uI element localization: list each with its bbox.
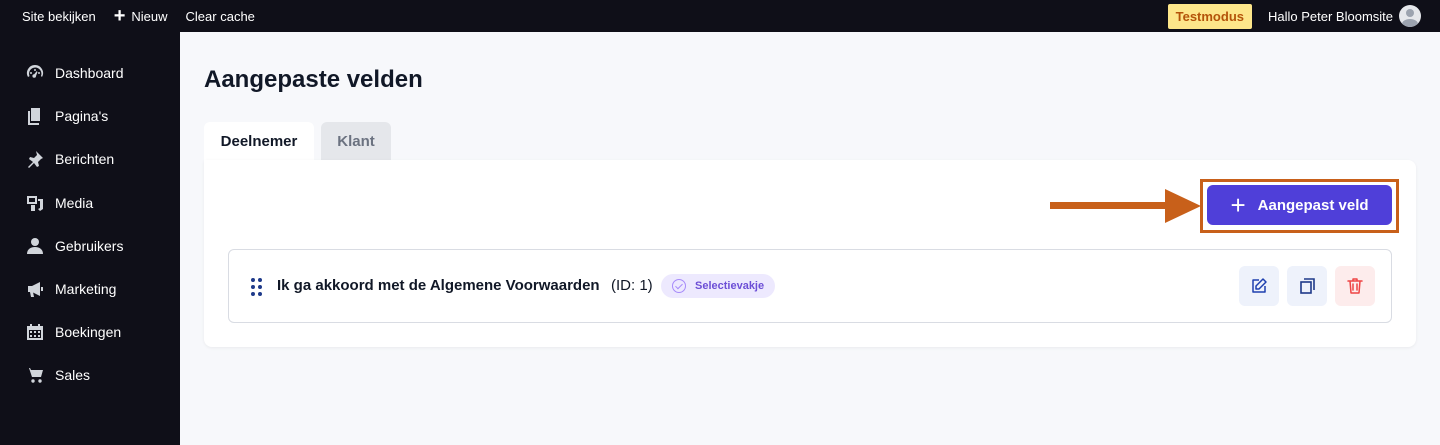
sidebar-item-pages[interactable]: Pagina's <box>0 94 180 137</box>
plus-icon: + <box>113 5 126 27</box>
field-type-label: Selectievakje <box>695 280 765 292</box>
sidebar-item-users[interactable]: Gebruikers <box>0 224 180 267</box>
delete-field-button[interactable] <box>1335 266 1375 306</box>
sidebar-item-label: Pagina's <box>55 107 109 124</box>
annotation-arrow <box>1050 202 1170 209</box>
field-id: (ID: 1) <box>611 277 653 294</box>
test-mode-badge: Testmodus <box>1167 3 1252 29</box>
field-type-badge: Selectievakje <box>661 274 776 298</box>
sidebar-item-marketing[interactable]: Marketing <box>0 267 180 310</box>
sidebar-item-label: Berichten <box>55 150 115 167</box>
megaphone-icon <box>24 279 46 299</box>
sidebar-item-label: Media <box>55 194 94 211</box>
plus-icon: + <box>1230 190 1246 220</box>
copy-icon <box>1300 278 1315 294</box>
edit-field-button[interactable] <box>1239 266 1279 306</box>
user-icon <box>24 236 46 256</box>
add-custom-field-button[interactable]: + Aangepast veld <box>1207 185 1392 225</box>
check-circle-icon <box>672 279 686 293</box>
sidebar-item-label: Marketing <box>55 280 117 297</box>
sidebar-item-label: Boekingen <box>55 323 122 340</box>
drag-handle-icon[interactable] <box>251 278 263 296</box>
admin-topbar: Site bekijken + Nieuw Clear cache Testmod… <box>0 0 1440 32</box>
sidebar-item-sales[interactable]: Sales <box>0 353 180 396</box>
sidebar-item-label: Sales <box>55 366 91 383</box>
annotation-arrow-head <box>1165 189 1201 223</box>
page-title: Aangepaste velden <box>204 66 423 93</box>
avatar[interactable] <box>1399 5 1421 27</box>
cart-icon <box>24 365 46 385</box>
new-link[interactable]: + Nieuw <box>113 5 168 27</box>
trash-icon <box>1347 278 1363 294</box>
user-greeting[interactable]: Hallo Peter Bloomsite <box>1268 9 1393 24</box>
media-icon <box>24 193 46 213</box>
view-site-label: Site bekijken <box>22 8 96 24</box>
duplicate-field-button[interactable] <box>1287 266 1327 306</box>
sidebar-item-media[interactable]: Media <box>0 181 180 224</box>
sidebar: Dashboard Pagina's Berichten Media Gebru… <box>0 32 180 445</box>
sidebar-item-dashboard[interactable]: Dashboard <box>0 51 180 94</box>
sidebar-item-label: Dashboard <box>55 64 124 81</box>
pin-icon <box>24 149 46 169</box>
calendar-icon <box>24 322 46 342</box>
pages-icon <box>24 106 46 126</box>
sidebar-item-label: Gebruikers <box>55 237 124 254</box>
field-name: Ik ga akkoord met de Algemene Voorwaarde… <box>277 277 600 294</box>
clear-cache-link[interactable]: Clear cache <box>186 9 255 24</box>
clear-cache-label: Clear cache <box>185 8 255 24</box>
tab-customer[interactable]: Klant <box>321 122 391 160</box>
dashboard-icon <box>24 63 46 83</box>
sidebar-item-bookings[interactable]: Boekingen <box>0 310 180 353</box>
view-site-link[interactable]: Site bekijken <box>22 9 96 24</box>
tab-participant[interactable]: Deelnemer <box>204 122 314 160</box>
new-label: Nieuw <box>131 8 168 24</box>
sidebar-item-posts[interactable]: Berichten <box>0 137 180 180</box>
add-button-label: Aangepast veld <box>1257 196 1369 214</box>
edit-icon <box>1252 278 1267 293</box>
